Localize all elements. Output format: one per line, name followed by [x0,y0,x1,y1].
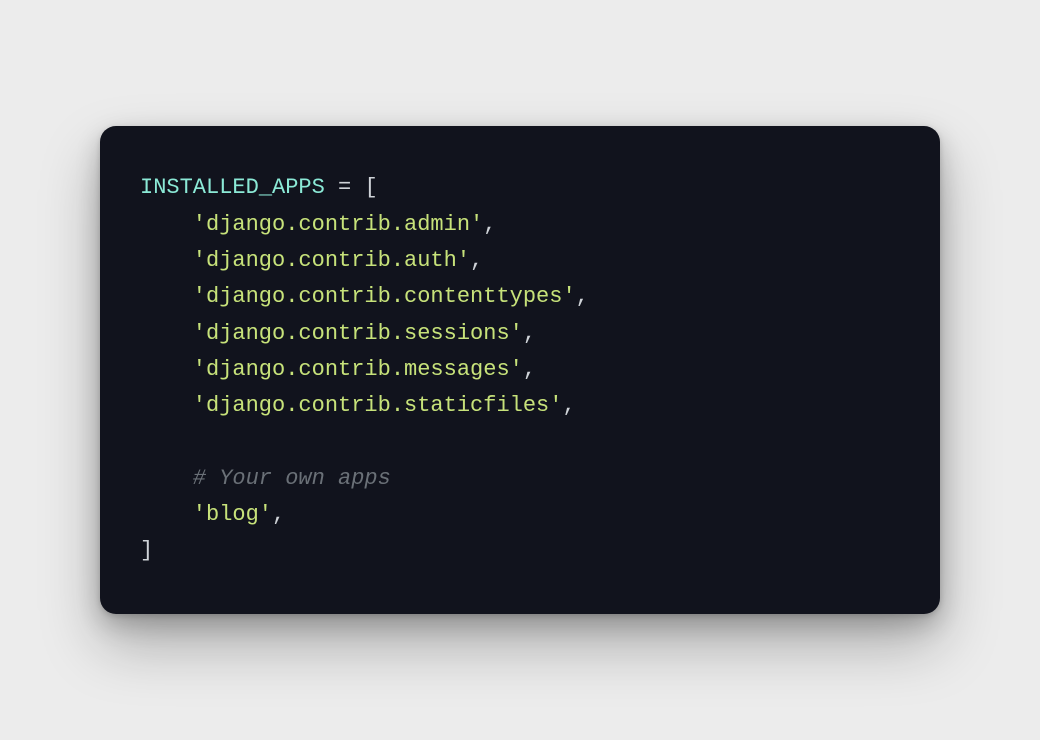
code-comment: # Your own apps [193,466,391,491]
code-string: 'django.contrib.admin' [193,212,483,237]
code-string: 'django.contrib.messages' [193,357,523,382]
code-variable: INSTALLED_APPS [140,175,325,200]
code-assign: = [325,175,365,200]
code-string: 'django.contrib.auth' [193,248,470,273]
code-string: 'django.contrib.staticfiles' [193,393,563,418]
code-comma: , [523,357,536,382]
code-snippet-card: INSTALLED_APPS = [ 'django.contrib.admin… [100,126,940,613]
page-stage: INSTALLED_APPS = [ 'django.contrib.admin… [0,0,1040,740]
code-open-bracket: [ [364,175,377,200]
code-block: INSTALLED_APPS = [ 'django.contrib.admin… [140,170,900,569]
code-comma: , [272,502,285,527]
code-string: 'django.contrib.sessions' [193,321,523,346]
code-string: 'blog' [193,502,272,527]
code-comma: , [576,284,589,309]
code-comma: , [523,321,536,346]
code-comma: , [470,248,483,273]
code-comma: , [562,393,575,418]
code-string: 'django.contrib.contenttypes' [193,284,576,309]
code-close-bracket: ] [140,538,153,563]
code-comma: , [483,212,496,237]
